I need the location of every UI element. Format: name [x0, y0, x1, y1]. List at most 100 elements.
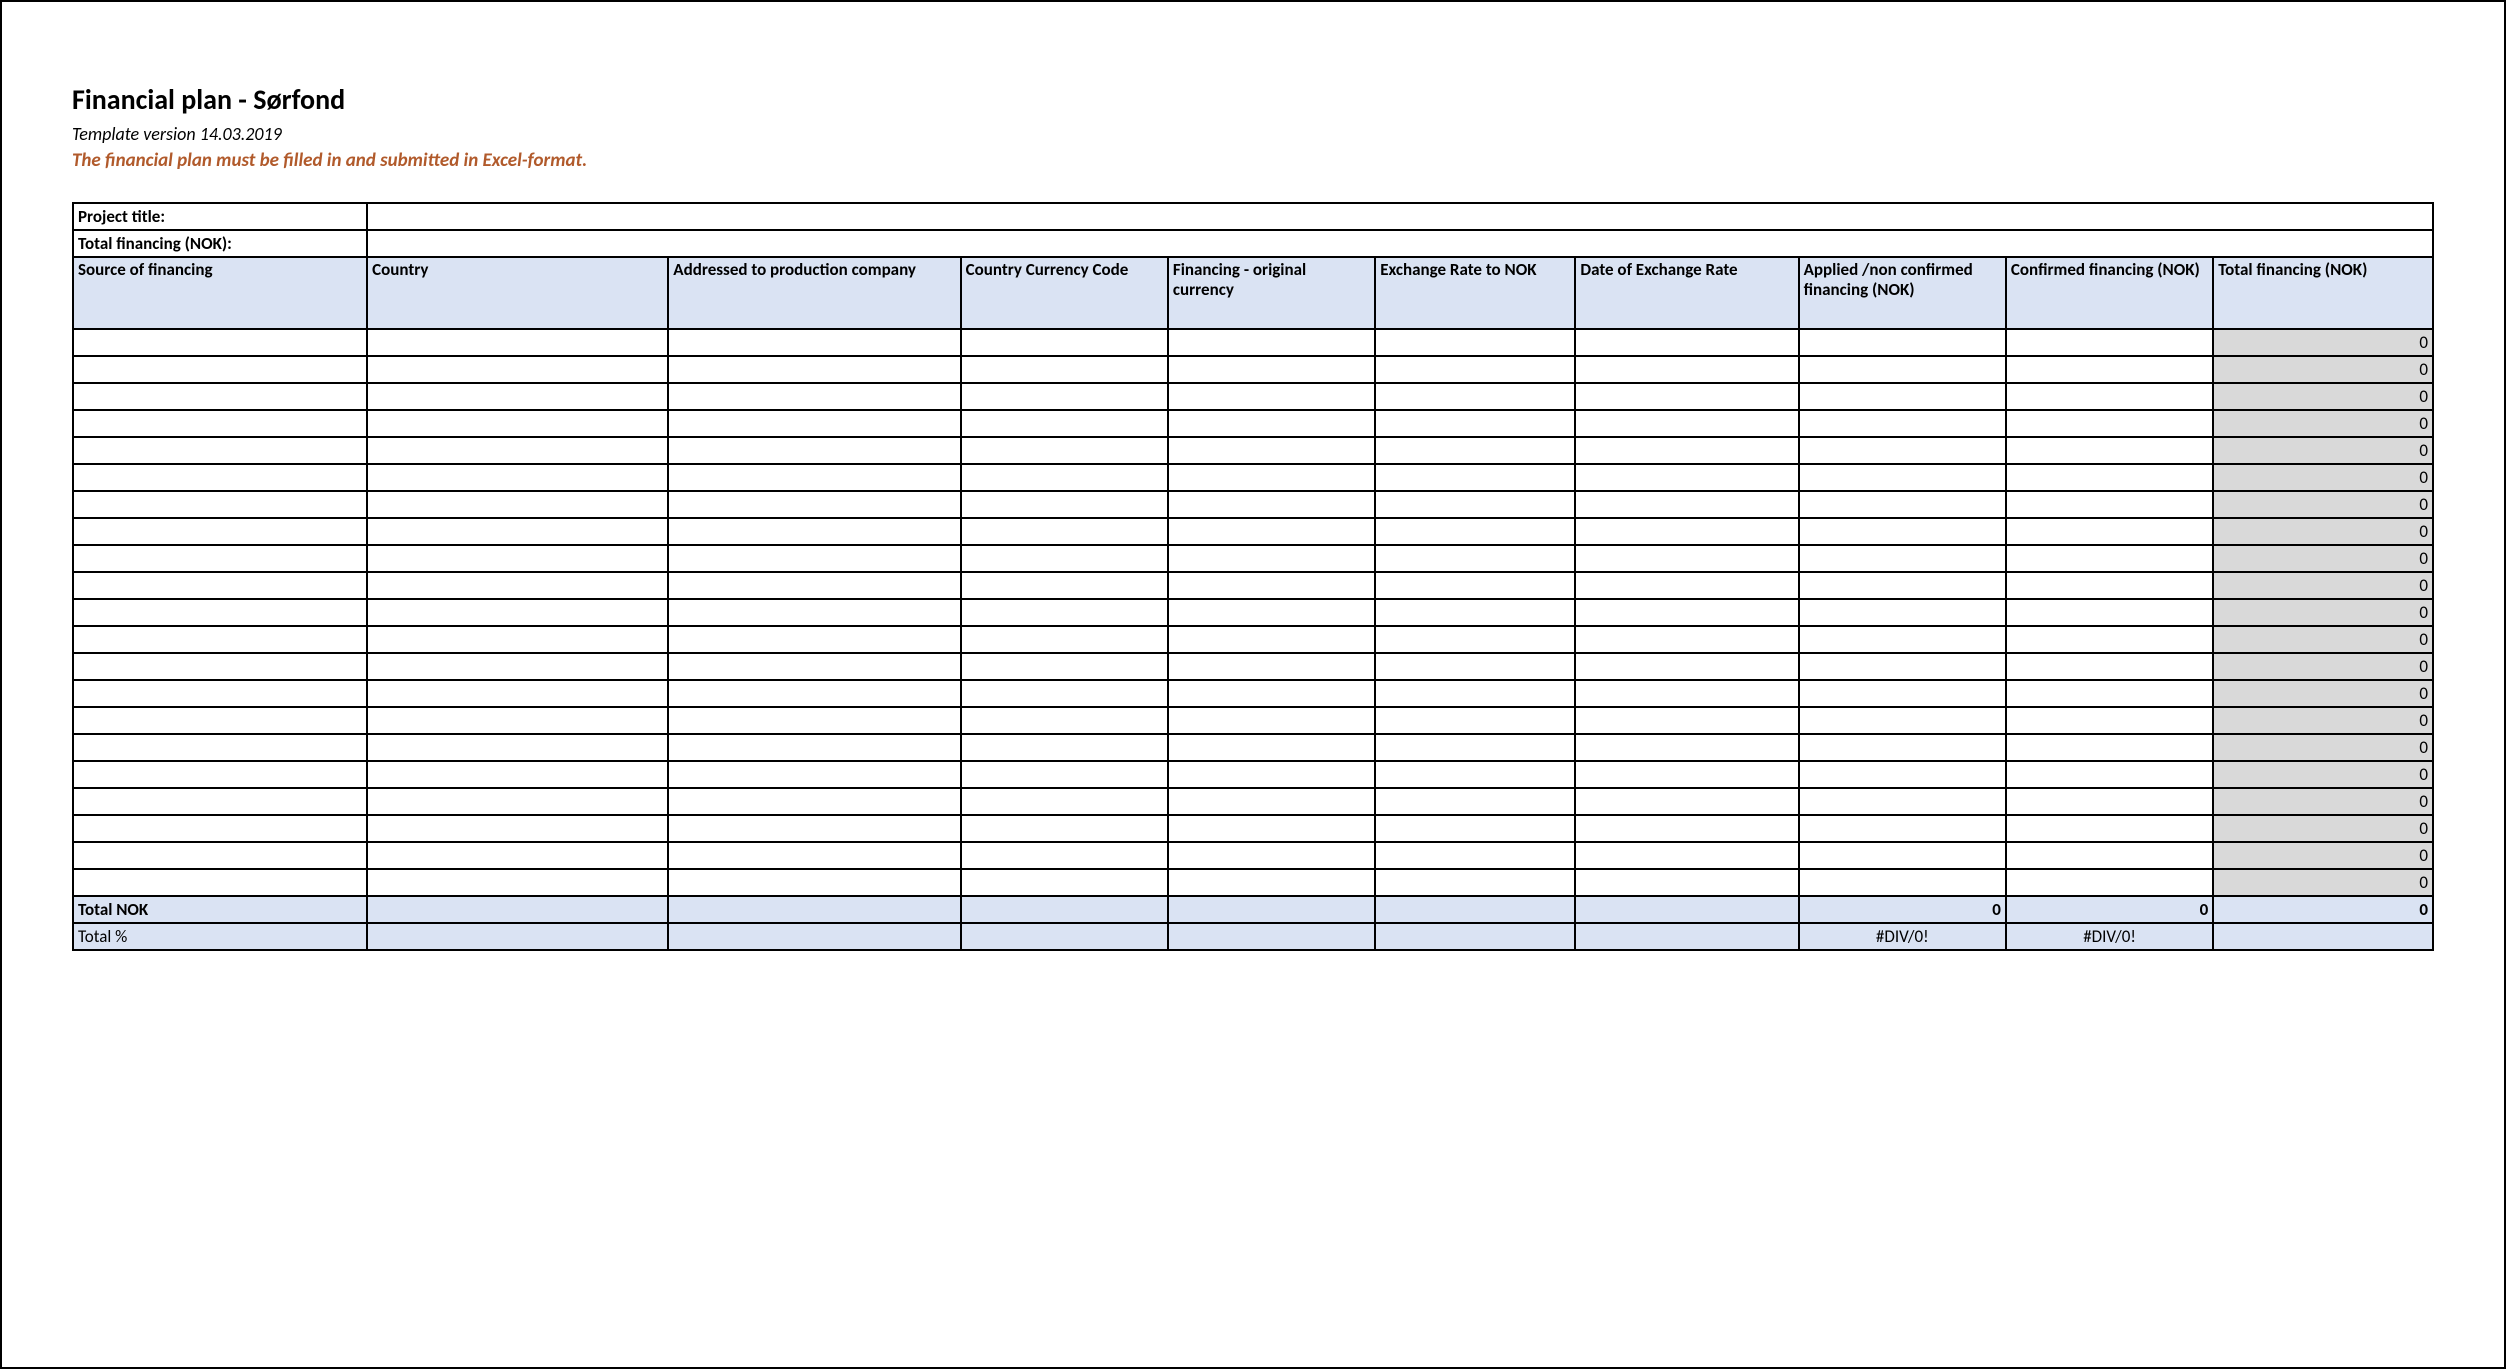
- table-cell[interactable]: [668, 545, 960, 572]
- table-cell[interactable]: [73, 383, 367, 410]
- table-cell[interactable]: [1168, 734, 1375, 761]
- table-cell[interactable]: [668, 356, 960, 383]
- table-cell[interactable]: [1799, 680, 2006, 707]
- table-cell[interactable]: [1375, 653, 1575, 680]
- table-cell[interactable]: [1799, 545, 2006, 572]
- table-cell[interactable]: [668, 437, 960, 464]
- table-cell[interactable]: [367, 653, 668, 680]
- table-cell[interactable]: [1575, 464, 1798, 491]
- table-cell[interactable]: [73, 761, 367, 788]
- table-cell[interactable]: [2006, 518, 2213, 545]
- table-cell[interactable]: [2006, 491, 2213, 518]
- table-cell[interactable]: [1168, 788, 1375, 815]
- table-cell[interactable]: [73, 869, 367, 896]
- table-cell[interactable]: [1575, 626, 1798, 653]
- table-cell[interactable]: [961, 734, 1168, 761]
- table-cell[interactable]: [73, 518, 367, 545]
- table-cell[interactable]: [961, 545, 1168, 572]
- table-cell[interactable]: [1168, 518, 1375, 545]
- table-cell[interactable]: [1168, 653, 1375, 680]
- table-cell[interactable]: [1799, 761, 2006, 788]
- table-cell[interactable]: [1168, 437, 1375, 464]
- table-cell[interactable]: [1799, 653, 2006, 680]
- table-cell[interactable]: [367, 410, 668, 437]
- table-cell[interactable]: [961, 842, 1168, 869]
- table-cell[interactable]: [2006, 383, 2213, 410]
- table-cell[interactable]: [73, 491, 367, 518]
- table-cell[interactable]: [367, 464, 668, 491]
- table-cell[interactable]: [2006, 680, 2213, 707]
- table-cell[interactable]: [73, 626, 367, 653]
- table-cell[interactable]: [1575, 815, 1798, 842]
- table-cell[interactable]: [1799, 518, 2006, 545]
- table-cell[interactable]: [2006, 329, 2213, 356]
- table-cell[interactable]: [1375, 599, 1575, 626]
- table-cell[interactable]: [73, 653, 367, 680]
- table-cell[interactable]: [367, 788, 668, 815]
- table-cell[interactable]: [1375, 383, 1575, 410]
- table-cell[interactable]: [961, 572, 1168, 599]
- table-cell[interactable]: [1799, 356, 2006, 383]
- table-cell[interactable]: [1799, 626, 2006, 653]
- table-cell[interactable]: [367, 599, 668, 626]
- table-cell[interactable]: [668, 599, 960, 626]
- table-cell[interactable]: [961, 410, 1168, 437]
- table-cell[interactable]: [1375, 518, 1575, 545]
- table-cell[interactable]: [961, 626, 1168, 653]
- table-cell[interactable]: [1575, 680, 1798, 707]
- table-cell[interactable]: [961, 680, 1168, 707]
- table-cell[interactable]: [1168, 599, 1375, 626]
- table-cell[interactable]: [1799, 383, 2006, 410]
- table-cell[interactable]: [1799, 707, 2006, 734]
- table-cell[interactable]: [1168, 356, 1375, 383]
- table-cell[interactable]: [1575, 491, 1798, 518]
- table-cell[interactable]: [2006, 626, 2213, 653]
- table-cell[interactable]: [961, 518, 1168, 545]
- table-cell[interactable]: [1799, 572, 2006, 599]
- table-cell[interactable]: [367, 869, 668, 896]
- table-cell[interactable]: [961, 437, 1168, 464]
- table-cell[interactable]: [1375, 437, 1575, 464]
- total-financing-value[interactable]: [367, 230, 2433, 257]
- table-cell[interactable]: [668, 761, 960, 788]
- table-cell[interactable]: [367, 383, 668, 410]
- table-cell[interactable]: [73, 356, 367, 383]
- table-cell[interactable]: [1375, 329, 1575, 356]
- table-cell[interactable]: [961, 815, 1168, 842]
- table-cell[interactable]: [367, 491, 668, 518]
- table-cell[interactable]: [1799, 410, 2006, 437]
- table-cell[interactable]: [2006, 653, 2213, 680]
- table-cell[interactable]: [1168, 383, 1375, 410]
- table-cell[interactable]: [668, 842, 960, 869]
- table-cell[interactable]: [367, 437, 668, 464]
- table-cell[interactable]: [1375, 788, 1575, 815]
- table-cell[interactable]: [1575, 707, 1798, 734]
- table-cell[interactable]: [1575, 437, 1798, 464]
- table-cell[interactable]: [73, 410, 367, 437]
- table-cell[interactable]: [367, 707, 668, 734]
- table-cell[interactable]: [668, 869, 960, 896]
- table-cell[interactable]: [1799, 788, 2006, 815]
- table-cell[interactable]: [1168, 464, 1375, 491]
- table-cell[interactable]: [668, 410, 960, 437]
- table-cell[interactable]: [73, 680, 367, 707]
- table-cell[interactable]: [73, 572, 367, 599]
- table-cell[interactable]: [961, 599, 1168, 626]
- table-cell[interactable]: [1168, 815, 1375, 842]
- table-cell[interactable]: [1575, 599, 1798, 626]
- table-cell[interactable]: [367, 842, 668, 869]
- table-cell[interactable]: [1799, 464, 2006, 491]
- table-cell[interactable]: [668, 572, 960, 599]
- table-cell[interactable]: [668, 680, 960, 707]
- table-cell[interactable]: [1375, 842, 1575, 869]
- table-cell[interactable]: [1575, 329, 1798, 356]
- table-cell[interactable]: [961, 383, 1168, 410]
- table-cell[interactable]: [73, 788, 367, 815]
- table-cell[interactable]: [367, 329, 668, 356]
- table-cell[interactable]: [1168, 842, 1375, 869]
- table-cell[interactable]: [1799, 599, 2006, 626]
- table-cell[interactable]: [73, 329, 367, 356]
- table-cell[interactable]: [1575, 356, 1798, 383]
- table-cell[interactable]: [367, 356, 668, 383]
- table-cell[interactable]: [2006, 869, 2213, 896]
